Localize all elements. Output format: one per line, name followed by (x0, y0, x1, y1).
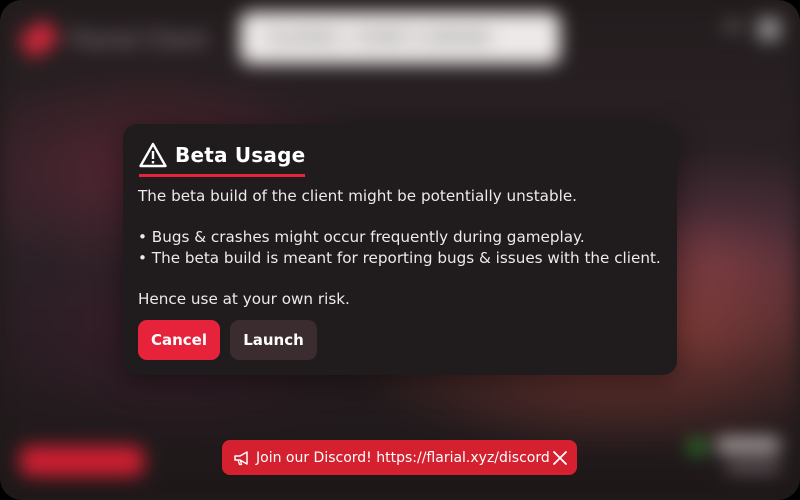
status-indicator (690, 440, 704, 454)
warning-icon (139, 142, 167, 168)
megaphone-icon (234, 450, 248, 465)
launch-button[interactable]: Launch (230, 320, 317, 360)
warning-line: The beta build of the client might be po… (138, 187, 578, 205)
discord-invite-text[interactable]: Join our Discord! https://flarial.xyz/di… (256, 450, 550, 466)
brand-name: Flarial Client (70, 28, 208, 53)
top-banner-text: PLAYERS • START A SERVER (268, 28, 491, 47)
risk-line: Hence use at your own risk. (138, 289, 350, 308)
close-icon[interactable] (552, 450, 568, 466)
status-subtext (726, 462, 780, 472)
top-banner: PLAYERS • START A SERVER (240, 12, 560, 64)
bullet-bugs: • Bugs & crashes might occur frequently … (138, 228, 585, 246)
dialog-body: The beta build of the client might be po… (138, 186, 668, 309)
beta-usage-dialog: Beta Usage The beta build of the client … (123, 124, 677, 375)
flarial-logo-icon (17, 18, 61, 60)
dialog-title: Beta Usage (175, 143, 306, 167)
minimize-icon (724, 24, 742, 28)
cancel-button[interactable]: Cancel (138, 320, 220, 360)
discord-toast[interactable]: Join our Discord! https://flarial.xyz/di… (222, 440, 577, 475)
bottom-left-badge (20, 446, 144, 476)
app-window: Flarial Client PLAYERS • START A SERVER … (0, 0, 800, 500)
status-text (716, 438, 780, 452)
close-window-icon (758, 18, 780, 40)
bullet-reporting: • The beta build is meant for reporting … (138, 248, 661, 267)
dialog-header: Beta Usage (139, 142, 306, 177)
